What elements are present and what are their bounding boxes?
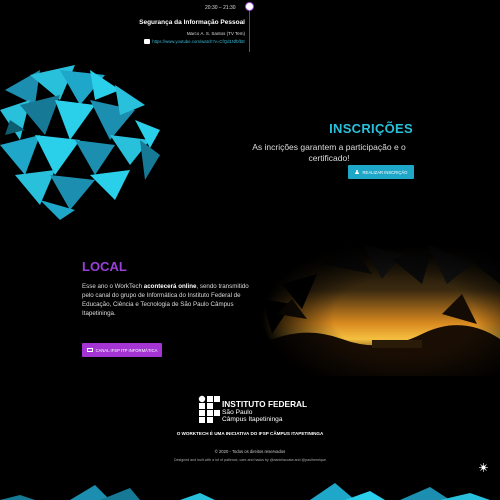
talk-title: Segurança da Informação Pessoal [139,19,245,26]
institute-campus: Câmpus Itapetininga [222,416,283,423]
user-add-icon [354,170,360,175]
copyright: © 2020 - Todos os direitos reservados [214,449,286,454]
decorative-shards-left [0,65,160,220]
credits: Designed and built with a lot of patienc… [174,458,326,462]
talk-speaker: Marco A. S. Santos (TV Tem) [186,31,245,36]
inscricoes-title: INSCRIÇÕES [329,121,413,136]
scroll-top-icon[interactable] [479,463,488,472]
timeline-dot [245,2,254,11]
campus-photo [262,244,500,376]
tv-icon [86,348,93,352]
register-button-label: REALIZAR INSCRIÇÃO [362,169,408,175]
initiative-note: O WORKTECH É UMA INICIATIVA DO IFSP CÂMP… [176,431,324,436]
institute-logo [198,395,220,423]
youtube-link-text[interactable]: https://www.youtube.com/watch?v=CfQd1Nfb… [152,39,245,44]
youtube-icon [144,39,151,44]
inscricoes-text: As incrições garantem a participação e o… [252,142,406,163]
talk-time: 20:30 – 21:30 [205,5,236,11]
channel-button[interactable]: CANAL IFSP ITP INFORMÁTICA [82,343,162,357]
channel-button-label: CANAL IFSP ITP INFORMÁTICA [95,347,158,353]
youtube-link[interactable]: https://www.youtube.com/watch?v=CfQd1Nfb… [144,39,245,44]
local-text: Esse ano o WorkTech acontecerá online, s… [82,283,249,317]
timeline-line [249,6,250,52]
register-button[interactable]: REALIZAR INSCRIÇÃO [348,165,414,179]
institute-name: INSTITUTO FEDERAL [222,399,308,409]
decorative-shards-bottom [0,483,490,500]
local-title: LOCAL [82,259,127,274]
